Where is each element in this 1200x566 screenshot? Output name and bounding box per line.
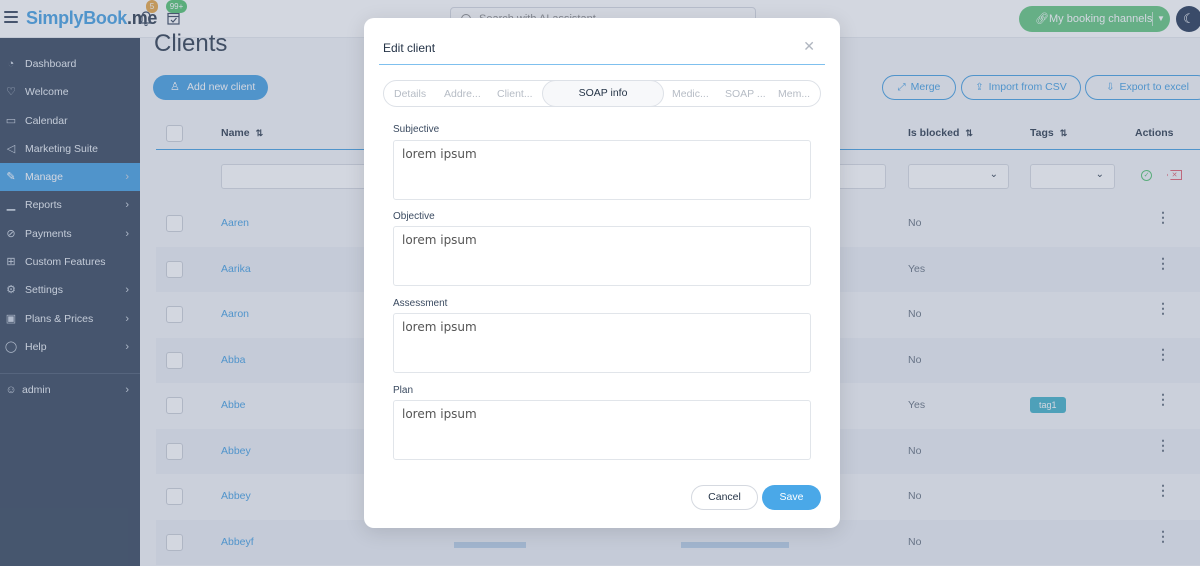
- objective-textarea[interactable]: lorem ipsum: [393, 226, 811, 286]
- edit-client-dialog: Edit client ✕ Details Addre... Client...…: [364, 18, 840, 528]
- tab-membership[interactable]: Mem...: [778, 88, 810, 100]
- dialog-header: Edit client ✕: [379, 18, 825, 65]
- tab-details[interactable]: Details: [394, 88, 426, 100]
- subjective-label: Subjective: [393, 124, 440, 135]
- assessment-textarea[interactable]: lorem ipsum: [393, 313, 811, 373]
- subjective-textarea[interactable]: lorem ipsum: [393, 140, 811, 200]
- save-button[interactable]: Save: [762, 485, 821, 510]
- tab-medical[interactable]: Medic...: [672, 88, 709, 100]
- dialog-tabs: Details Addre... Client... SOAP info Med…: [383, 80, 821, 107]
- objective-label: Objective: [393, 211, 435, 222]
- assessment-label: Assessment: [393, 298, 448, 309]
- tab-soap-info[interactable]: SOAP info: [542, 80, 664, 107]
- plan-textarea[interactable]: lorem ipsum: [393, 400, 811, 460]
- tab-address[interactable]: Addre...: [444, 88, 481, 100]
- plan-label: Plan: [393, 385, 414, 396]
- dialog-title: Edit client: [383, 41, 436, 55]
- close-icon[interactable]: ✕: [803, 38, 815, 55]
- tab-client-fields[interactable]: Client...: [497, 88, 533, 100]
- cancel-button[interactable]: Cancel: [691, 485, 758, 510]
- tab-soap-history[interactable]: SOAP ...: [725, 88, 766, 100]
